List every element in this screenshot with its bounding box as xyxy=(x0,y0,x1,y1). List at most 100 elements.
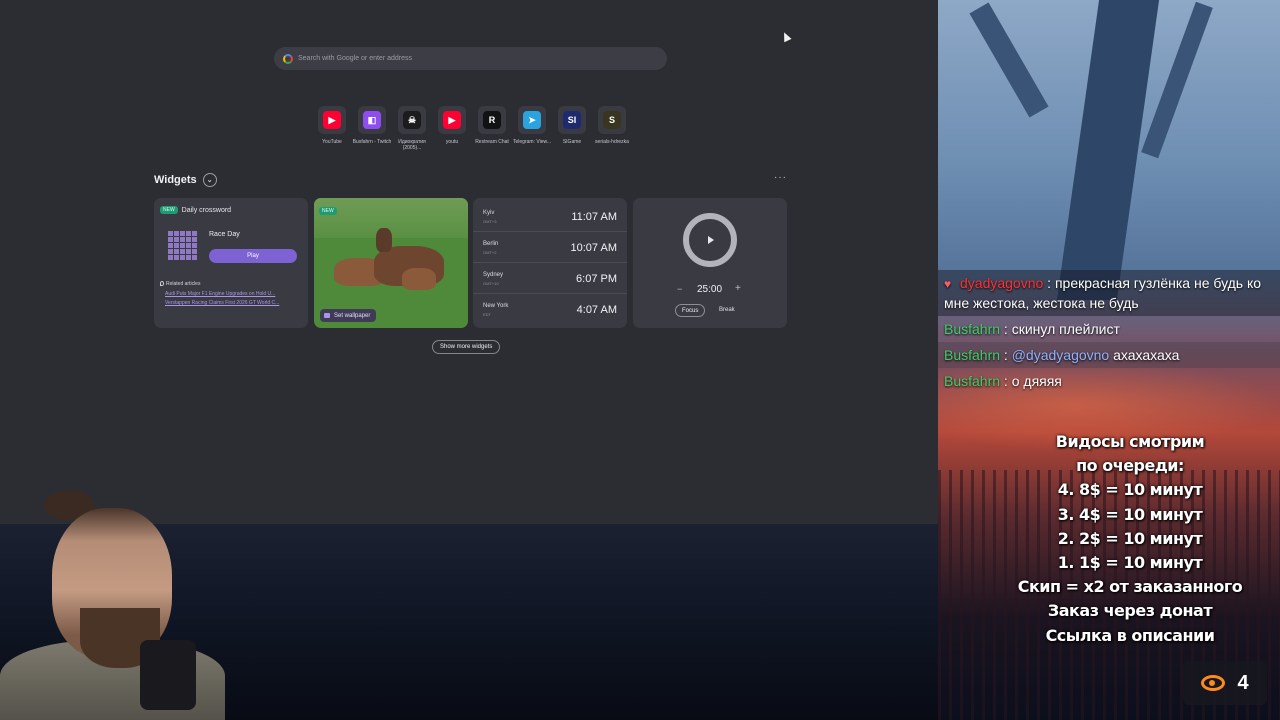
clock-row: Sydney GMT+10 6:07 PM xyxy=(473,264,627,294)
speed-dial-label: Restream Chat xyxy=(475,139,509,145)
speed-dial-tile[interactable]: ▶ xyxy=(318,106,346,134)
clock-city: New York xyxy=(483,303,509,309)
break-button[interactable]: Break xyxy=(719,307,735,313)
chat-message: Busfahrn : @dyadyagovno ахахахаха xyxy=(938,342,1280,368)
queue-line: 2. 2$ = 10 минут xyxy=(1057,528,1203,548)
crossword-name: Race Day xyxy=(209,231,240,238)
clock-row: New York EDT 4:07 AM xyxy=(473,295,627,325)
speed-dial-tile[interactable]: R xyxy=(478,106,506,134)
speed-dial-item[interactable]: ▶ YouTube xyxy=(312,106,352,151)
speed-dial-label: Busfahrn - Twitch xyxy=(352,139,392,145)
queue-line: 3. 4$ = 10 минут xyxy=(1057,504,1203,524)
clock-time: 10:07 AM xyxy=(570,242,617,254)
clock-row: Berlin GMT+2 10:07 AM xyxy=(473,233,627,263)
chat-username: dyadyagovno xyxy=(960,275,1044,291)
speed-dial-tile[interactable]: ☠ xyxy=(398,106,426,134)
related-articles-label: Related articles xyxy=(166,281,201,287)
chat-message: Busfahrn : скинул плейлист xyxy=(938,316,1280,342)
chat-separator: : xyxy=(1000,321,1012,337)
viewer-count: 4 xyxy=(1237,671,1249,694)
google-icon xyxy=(283,53,293,64)
new-badge: NEW xyxy=(319,207,337,215)
world-clock-widget[interactable]: Kyiv GMT+3 11:07 AM Berlin GMT+2 10:07 AM Sydn… xyxy=(473,198,627,328)
timer-value: 25:00 xyxy=(697,284,723,295)
speed-dial-tile[interactable]: ➤ xyxy=(518,106,546,134)
clock-city: Kyiv xyxy=(483,210,495,216)
chat-message: Busfahrn : о дяяяя xyxy=(938,368,1280,394)
speed-dial-item[interactable]: ◧ Busfahrn - Twitch xyxy=(352,106,392,151)
chat-overlay: ♥ dyadyagovno : прекрасная гузлёнка не бу… xyxy=(938,270,1280,394)
eye-icon xyxy=(1201,675,1226,691)
speed-dial-item[interactable]: ☠ Идиократия (2005)... xyxy=(392,106,432,151)
speed-dial-item[interactable]: ▶ youtu xyxy=(432,106,472,151)
microphone xyxy=(140,640,196,710)
chat-separator: : xyxy=(1043,275,1055,291)
timer-increase-button[interactable]: + xyxy=(735,283,741,294)
set-wallpaper-button[interactable]: Set wallpaper xyxy=(320,309,377,322)
chat-username: Busfahrn xyxy=(944,347,1001,363)
chat-text: о дяяяя xyxy=(1011,373,1062,389)
viewer-count-badge: 4 xyxy=(1183,661,1267,705)
clock-row: Kyiv GMT+3 11:07 AM xyxy=(473,202,627,232)
focus-button[interactable]: Focus xyxy=(675,304,706,317)
speed-dial-item[interactable]: R Restream Chat xyxy=(472,106,512,151)
speed-dial-label: serials-hdrezka xyxy=(595,139,629,145)
clock-city: Sydney xyxy=(483,272,504,278)
queue-line: по очереди: xyxy=(1076,456,1184,476)
restream-icon: R xyxy=(483,111,501,129)
widgets-header[interactable]: Widgets ⌄ xyxy=(154,173,217,187)
show-more-widgets-button[interactable]: Show more widgets xyxy=(432,340,501,354)
speed-dial-label: youtu xyxy=(445,139,459,145)
crossword-title: Daily crossword xyxy=(181,206,232,214)
speed-dial-tile[interactable]: ▶ xyxy=(438,106,466,134)
speed-dial-item[interactable]: Sserials-hdrezka xyxy=(592,106,632,151)
new-badge: NEW xyxy=(160,206,178,214)
clock-time: 11:07 AM xyxy=(571,211,617,223)
video-queue-info: Видосы смотрим по очереди: 4. 8$ = 10 мину… xyxy=(1000,430,1260,648)
wallpaper-widget[interactable]: NEW Set wallpaper xyxy=(314,198,468,328)
heart-icon: ♥ xyxy=(944,277,952,291)
speed-dial-tile[interactable]: S xyxy=(598,106,626,134)
hdrezka-icon: S xyxy=(603,111,621,129)
chevron-down-icon[interactable]: ⌄ xyxy=(202,173,217,187)
speed-dial-item[interactable]: ➤ Telegram: View... xyxy=(512,106,552,151)
search-input[interactable]: Search with Google or enter address xyxy=(274,47,667,70)
chat-separator: : xyxy=(1000,347,1012,363)
article-link[interactable]: Audi Puts Major F1 Engine Upgrades on Ho… xyxy=(165,291,299,297)
queue-line: Заказ через донат xyxy=(1047,601,1213,621)
speed-dial-label: Идиократия (2005)... xyxy=(398,139,426,151)
crossword-widget[interactable]: NEW Daily crossword Race Day Play Related… xyxy=(154,198,308,328)
youtube-icon: ▶ xyxy=(323,111,341,129)
queue-line: Ссылка в описании xyxy=(1045,625,1215,645)
speed-dial-item[interactable]: SI SIGame xyxy=(552,106,592,151)
clock-time: 4:07 AM xyxy=(576,304,617,316)
telegram-icon: ➤ xyxy=(523,111,541,129)
queue-line: 4. 8$ = 10 минут xyxy=(1057,480,1203,500)
chat-mention: @dyadyagovno xyxy=(1011,347,1110,363)
queue-line: Видосы смотрим xyxy=(1055,432,1205,451)
timer-start-button[interactable] xyxy=(683,213,737,267)
article-link[interactable]: Verstappen Racing Claims First 2026 GT W… xyxy=(165,300,299,306)
chat-username: Busfahrn xyxy=(944,321,1001,337)
chat-separator: : xyxy=(1000,373,1012,389)
chat-username: Busfahrn xyxy=(944,373,1001,389)
timer-widget: − 25:00 + Focus Break xyxy=(633,198,787,328)
chat-text: ахахахаха xyxy=(1109,347,1180,363)
timer-decrease-button[interactable]: − xyxy=(677,284,682,294)
chat-text: скинул плейлист xyxy=(1011,321,1120,337)
more-options-icon[interactable]: ··· xyxy=(774,172,787,183)
mouse-cursor xyxy=(780,30,792,43)
location-pin-icon xyxy=(160,281,164,286)
search-placeholder: Search with Google or enter address xyxy=(298,55,413,62)
clock-timezone: GMT+10 xyxy=(483,281,499,286)
stream-screen: Search with Google or enter address ▶ You… xyxy=(0,0,1280,720)
speed-dial-label: YouTube xyxy=(322,139,342,145)
clock-time: 6:07 PM xyxy=(576,273,617,285)
crossword-title-row: NEW Daily crossword xyxy=(160,206,231,214)
chat-message: ♥ dyadyagovno : прекрасная гузлёнка не бу… xyxy=(938,270,1280,316)
speed-dial-tile[interactable]: ◧ xyxy=(358,106,386,134)
sigame-icon: SI xyxy=(563,111,581,129)
play-button[interactable]: Play xyxy=(209,249,297,263)
set-wallpaper-label: Set wallpaper xyxy=(334,312,371,319)
speed-dial-tile[interactable]: SI xyxy=(558,106,586,134)
